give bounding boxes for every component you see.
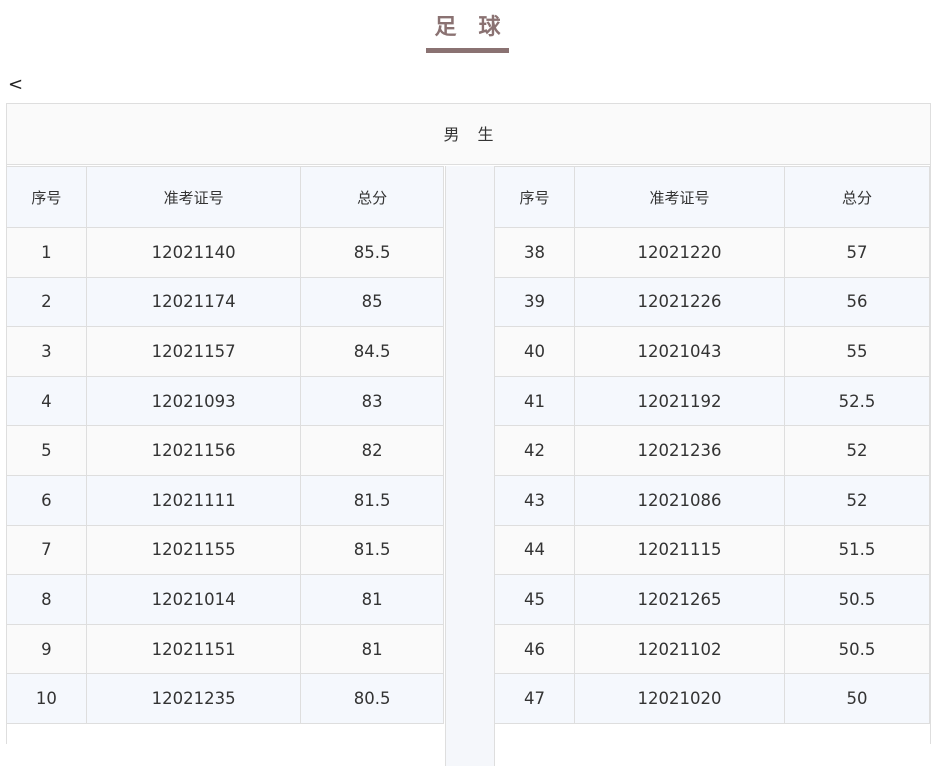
ticket-number-cell: 12021155 [85,524,302,576]
score-cell: 85 [300,276,444,328]
table-row: 46 12021102 50.5 [494,623,930,675]
serial-cell: 42 [494,425,575,476]
score-table: 男生 序号 准考证号 总分 1 12021140 85.5 2 12021174 85 3 1… [6,103,931,766]
score-cell: 85.5 [300,227,444,278]
ticket-number-cell: 12021043 [574,326,785,377]
serial-cell: 46 [494,623,575,675]
serial-cell: 41 [494,375,575,427]
table-row: 6 12021111 81.5 [6,474,444,526]
left-table-block: 序号 准考证号 总分 1 12021140 85.5 2 12021174 85 3 1202… [6,166,444,724]
serial-cell: 9 [6,623,87,675]
serial-cell: 6 [6,474,87,526]
score-cell: 80.5 [300,673,444,724]
score-cell: 50.5 [784,574,930,625]
ticket-number-cell: 12021192 [574,375,785,427]
serial-cell: 43 [494,474,575,526]
score-cell: 81.5 [300,524,444,576]
serial-cell: 47 [494,673,575,724]
ticket-number-cell: 12021151 [85,623,302,675]
table-row: 45 12021265 50.5 [494,574,930,625]
ticket-number-cell: 12021140 [85,227,302,278]
serial-cell: 7 [6,524,87,576]
ticket-number-cell: 12021093 [85,375,302,427]
score-cell: 81.5 [300,474,444,526]
table-row: 40 12021043 55 [494,326,930,377]
table-row: 1 12021140 85.5 [6,227,444,278]
table-row: 10 12021235 80.5 [6,673,444,724]
ticket-number-cell: 12021156 [85,425,302,476]
page-title: 足球 [434,15,523,40]
header-ticket-number: 准考证号 [574,166,785,228]
header-total-score: 总分 [784,166,930,228]
table-row: 9 12021151 81 [6,623,444,675]
ticket-number-cell: 12021086 [574,474,785,526]
serial-cell: 8 [6,574,87,625]
serial-cell: 5 [6,425,87,476]
table-header-row: 序号 准考证号 总分 [6,166,444,228]
table-row: 4 12021093 83 [6,375,444,427]
serial-cell: 10 [6,673,87,724]
serial-cell: 39 [494,276,575,328]
ticket-number-cell: 12021226 [574,276,785,328]
score-cell: 83 [300,375,444,427]
score-cell: 57 [784,227,930,278]
serial-cell: 45 [494,574,575,625]
header-total-score: 总分 [300,166,444,228]
table-row: 5 12021156 82 [6,425,444,476]
score-cell: 50 [784,673,930,724]
serial-cell: 40 [494,326,575,377]
ticket-number-cell: 12021236 [574,425,785,476]
header-serial: 序号 [494,166,575,228]
score-cell: 50.5 [784,623,930,675]
table-row: 43 12021086 52 [494,474,930,526]
score-cell: 52 [784,474,930,526]
table-row: 47 12021020 50 [494,673,930,724]
serial-cell: 2 [6,276,87,328]
ticket-number-cell: 12021102 [574,623,785,675]
table-row: 8 12021014 81 [6,574,444,625]
serial-cell: 4 [6,375,87,427]
serial-cell: 44 [494,524,575,576]
right-table-block: 序号 准考证号 总分 38 12021220 57 39 12021226 56 40 120… [494,166,930,724]
ticket-number-cell: 12021111 [85,474,302,526]
serial-cell: 1 [6,227,87,278]
table-row: 38 12021220 57 [494,227,930,278]
serial-cell: 3 [6,326,87,377]
ticket-number-cell: 12021115 [574,524,785,576]
column-gap [445,166,495,766]
score-cell: 82 [300,425,444,476]
table-row: 3 12021157 84.5 [6,326,444,377]
left-table: 序号 准考证号 总分 1 12021140 85.5 2 12021174 85 3 1202… [6,166,444,724]
table-row: 39 12021226 56 [494,276,930,328]
ticket-number-cell: 12021235 [85,673,302,724]
table-row: 2 12021174 85 [6,276,444,328]
score-cell: 55 [784,326,930,377]
score-cell: 84.5 [300,326,444,377]
header-serial: 序号 [6,166,87,228]
table-row: 42 12021236 52 [494,425,930,476]
score-cell: 51.5 [784,524,930,576]
table-header-row: 序号 准考证号 总分 [494,166,930,228]
score-cell: 56 [784,276,930,328]
score-cell: 52 [784,425,930,476]
title-underline [426,48,509,53]
table-row: 44 12021115 51.5 [494,524,930,576]
header-ticket-number: 准考证号 [85,166,302,228]
table-row: 7 12021155 81.5 [6,524,444,576]
back-button[interactable]: < [8,75,23,95]
score-cell: 81 [300,623,444,675]
ticket-number-cell: 12021220 [574,227,785,278]
table-row: 41 12021192 52.5 [494,375,930,427]
right-table: 序号 准考证号 总分 38 12021220 57 39 12021226 56 40 120… [494,166,930,724]
ticket-number-cell: 12021020 [574,673,785,724]
section-heading: 男生 [7,104,930,165]
ticket-number-cell: 12021174 [85,276,302,328]
score-cell: 52.5 [784,375,930,427]
ticket-number-cell: 12021265 [574,574,785,625]
score-cell: 81 [300,574,444,625]
ticket-number-cell: 12021014 [85,574,302,625]
ticket-number-cell: 12021157 [85,326,302,377]
serial-cell: 38 [494,227,575,278]
